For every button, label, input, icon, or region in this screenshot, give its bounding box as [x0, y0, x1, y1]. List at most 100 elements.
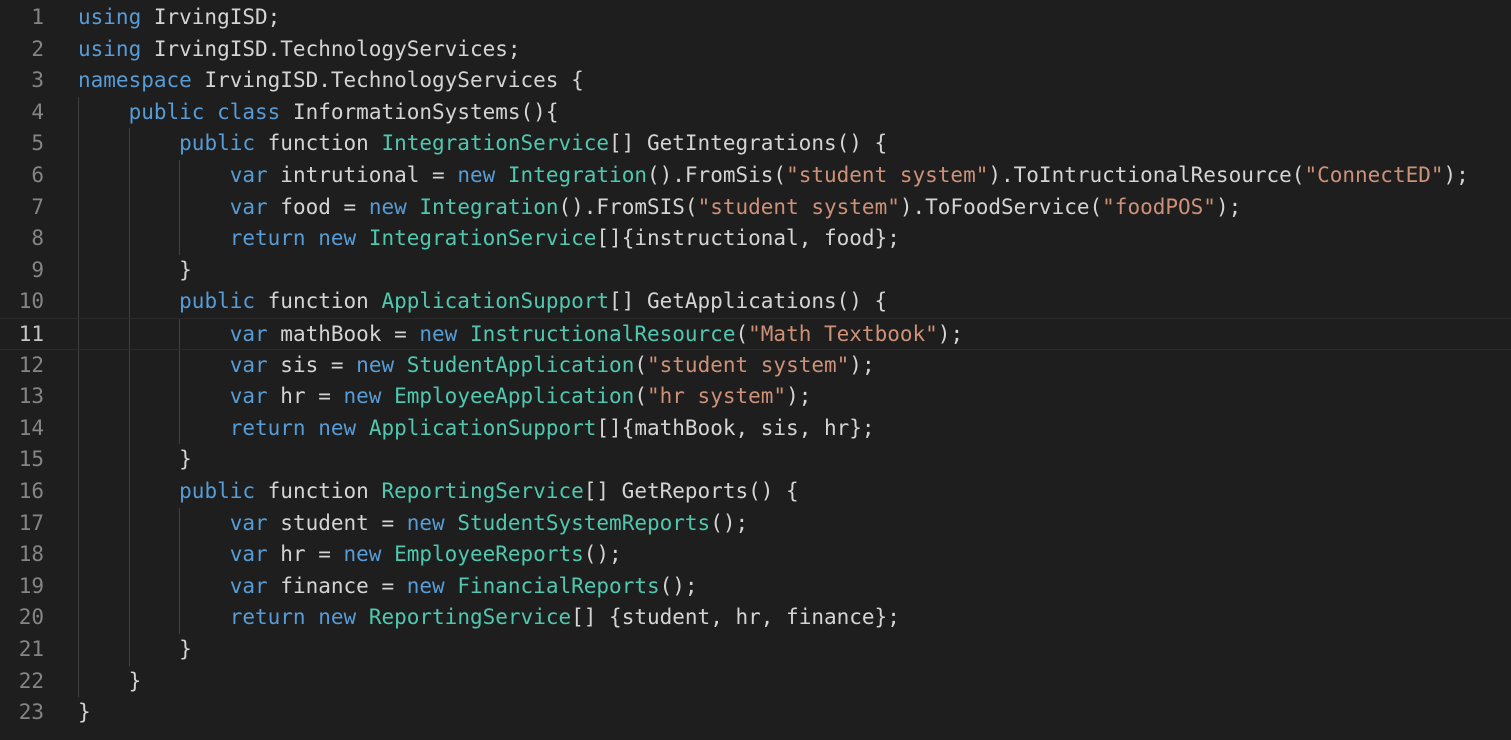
type-token: StudentSystemReports — [457, 510, 711, 535]
keyword-token: var — [229, 573, 268, 598]
code-text: return new IntegrationService[]{instruct… — [78, 223, 900, 255]
keyword-token: var — [229, 163, 268, 187]
code-token: sis = — [267, 352, 357, 377]
code-line[interactable]: 2 using IrvingISD.TechnologyServices; — [0, 34, 1511, 66]
code-line[interactable]: 22 } — [0, 666, 1511, 698]
keyword-token: public — [128, 99, 205, 124]
keyword-token: public — [179, 479, 256, 503]
line-number: 18 — [18, 542, 44, 567]
line-number: 5 — [31, 131, 44, 156]
line-number: 7 — [31, 194, 44, 219]
code-line[interactable]: 5 public function IntegrationService[] G… — [0, 128, 1511, 160]
line-number: 11 — [18, 322, 44, 346]
keyword-token: using — [78, 36, 142, 61]
code-line[interactable]: 4 public class InformationSystems(){ — [0, 97, 1511, 129]
code-text: using IrvingISD; — [78, 2, 280, 34]
code-token: IrvingISD; — [141, 5, 281, 29]
line-number: 4 — [31, 99, 44, 124]
code-token: function — [255, 131, 382, 156]
code-line[interactable]: 15 } — [0, 444, 1511, 476]
line-number: 15 — [18, 447, 44, 472]
string-token: "Math Textbook" — [748, 322, 938, 346]
code-text: public function ReportingService[] GetRe… — [78, 476, 799, 508]
keyword-token: class — [217, 99, 281, 124]
code-line[interactable]: 12 var sis = new StudentApplication("stu… — [0, 350, 1511, 382]
current-code-line[interactable]: 11 var mathBook = new InstructionalResou… — [0, 318, 1511, 350]
code-token: IrvingISD.TechnologyServices { — [191, 68, 584, 93]
code-text: } — [78, 697, 91, 729]
code-line[interactable]: 3 namespace IrvingISD.TechnologyServices … — [0, 65, 1511, 97]
code-token: ( — [735, 322, 749, 346]
type-token: EmployeeApplication — [394, 384, 635, 409]
code-line[interactable]: 21 } — [0, 634, 1511, 666]
line-number: 9 — [31, 257, 44, 282]
code-text: var student = new StudentSystemReports()… — [78, 508, 748, 540]
code-text: return new ReportingService[] {student, … — [78, 602, 900, 634]
code-token: IrvingISD.TechnologyServices; — [141, 36, 521, 61]
code-token: ); — [937, 322, 964, 346]
code-token: []{mathBook, sis, hr}; — [596, 415, 875, 440]
code-line[interactable]: 18 var hr = new EmployeeReports(); — [0, 539, 1511, 571]
keyword-token: return — [229, 226, 306, 251]
code-text: public function IntegrationService[] Get… — [78, 128, 887, 160]
code-text: var finance = new FinancialReports(); — [78, 571, 698, 603]
keyword-token: new — [343, 384, 382, 409]
keyword-token: using — [78, 5, 142, 29]
type-token: ApplicationSupport — [368, 415, 597, 440]
type-token: FinancialReports — [457, 573, 660, 598]
type-token: Integration — [507, 163, 647, 187]
keyword-token: var — [229, 194, 268, 219]
code-line[interactable]: 23} — [0, 697, 1511, 729]
code-token: ( — [634, 352, 647, 377]
keyword-token: new — [343, 542, 382, 567]
keyword-token: return — [229, 605, 306, 630]
code-token: (); — [659, 573, 698, 598]
code-text: var mathBook = new InstructionalResource… — [78, 319, 963, 351]
code-token: [] GetReports() { — [583, 479, 799, 503]
code-token: function — [255, 479, 382, 503]
code-line[interactable]: 20 return new ReportingService[] {studen… — [0, 602, 1511, 634]
code-token: [] GetApplications() { — [609, 289, 888, 314]
code-line[interactable]: 19 var finance = new FinancialReports(); — [0, 571, 1511, 603]
code-line[interactable]: 16 public function ReportingService[] Ge… — [0, 476, 1511, 508]
code-line[interactable]: 10 public function ApplicationSupport[] … — [0, 286, 1511, 318]
code-token: ); — [786, 384, 812, 409]
code-line[interactable]: 1 using IrvingISD; — [0, 2, 1511, 34]
type-token: IntegrationService — [368, 226, 597, 251]
code-line[interactable]: 6 var intrutional = new Integration().Fr… — [0, 160, 1511, 192]
code-editor[interactable]: 1 using IrvingISD; 2 using IrvingISD.Techno… — [0, 0, 1511, 740]
string-token: "foodPOS" — [1102, 194, 1216, 219]
keyword-token: return — [229, 415, 306, 440]
type-token: ApplicationSupport — [381, 289, 610, 314]
keyword-token: public — [179, 131, 256, 156]
keyword-token: new — [318, 415, 357, 440]
type-token: IntegrationService — [381, 131, 610, 156]
code-line[interactable]: 9 } — [0, 255, 1511, 287]
code-line[interactable]: 13 var hr = new EmployeeApplication("hr … — [0, 381, 1511, 413]
code-line[interactable]: 7 var food = new Integration().FromSIS("… — [0, 192, 1511, 224]
code-text: } — [78, 634, 192, 666]
code-line[interactable]: 17 var student = new StudentSystemReport… — [0, 508, 1511, 540]
type-token: EmployeeReports — [394, 542, 584, 567]
code-line[interactable]: 8 return new IntegrationService[]{instru… — [0, 223, 1511, 255]
code-text: var food = new Integration().FromSIS("st… — [78, 192, 1242, 224]
code-line[interactable]: 14 return new ApplicationSupport[]{mathB… — [0, 413, 1511, 445]
code-token: hr = — [267, 542, 344, 567]
code-token: } — [179, 637, 192, 661]
code-token: food = — [267, 194, 369, 219]
code-token: hr = — [267, 384, 344, 409]
